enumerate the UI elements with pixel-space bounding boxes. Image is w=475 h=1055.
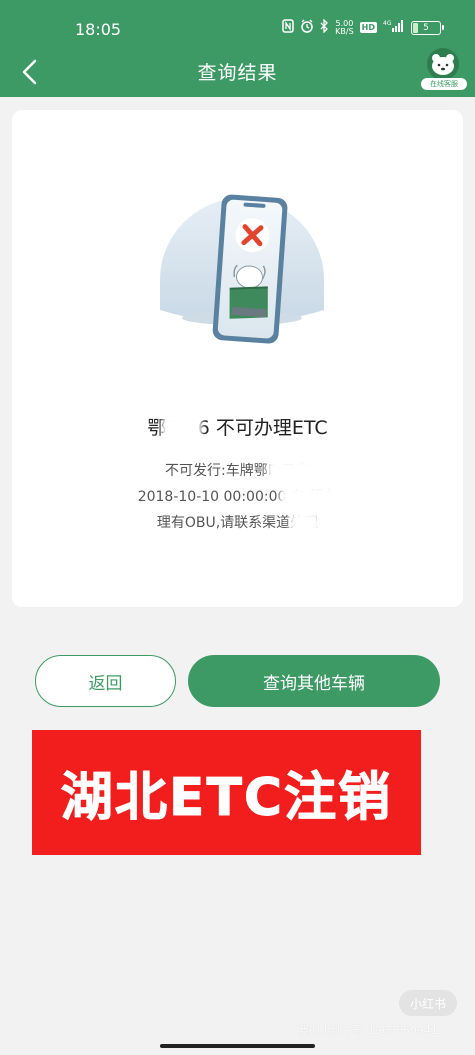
result-message-line: 不可发行:车牌鄂R 已在: [165, 463, 310, 479]
redaction-blur: [290, 512, 320, 534]
nfc-icon: [282, 19, 294, 36]
status-bar: 18:05 5.00 KB/S HD 4G 5: [0, 0, 475, 52]
bluetooth-icon: [320, 18, 329, 36]
signal-icon: 4G: [383, 19, 405, 36]
alarm-icon: [300, 19, 314, 36]
page-title: 查询结果: [197, 62, 278, 84]
battery-level: [413, 22, 418, 33]
net-speed-unit: KB/S: [335, 26, 354, 36]
net-speed: 5.00 KB/S: [335, 19, 354, 36]
nav-bar: 查询结果 在线客服: [0, 48, 475, 97]
customer-service-button[interactable]: 在线客服: [419, 48, 469, 90]
result-message-line: 理有OBU,请联系渠道处理: [156, 515, 319, 531]
status-icons: 5.00 KB/S HD 4G 5: [282, 18, 444, 36]
battery-icon: 5: [411, 20, 444, 35]
redaction-blur: [267, 460, 332, 482]
customer-service-label: 在线客服: [421, 78, 467, 90]
watermark-logo: 小红书: [399, 990, 457, 1016]
result-message: 不可发行:车牌鄂R 已在 2018-10-10 00:00:00,在 行办 理有…: [72, 458, 403, 536]
hd-badge: HD: [359, 22, 377, 33]
redaction-blur: [162, 415, 202, 443]
result-message-line: 2018-10-10 00:00:00,在 行办: [137, 489, 338, 505]
result-card: 鄂R 56 不可办理ETC 不可发行:车牌鄂R 已在 2018-10-10 00…: [12, 110, 463, 607]
status-time: 18:05: [75, 20, 122, 39]
watermark-id: 我的小红书号:1968660941: [298, 1024, 438, 1037]
result-title: 鄂R 56 不可办理ETC: [147, 417, 328, 439]
redaction-blur: [280, 486, 342, 508]
bear-avatar-icon: [427, 48, 459, 80]
svg-text:4G: 4G: [383, 20, 392, 27]
home-indicator[interactable]: [160, 1044, 315, 1048]
banner-text: 湖北ETC注销: [60, 768, 393, 829]
app-header: 18:05 5.00 KB/S HD 4G 5 查询结果 在线客服: [0, 0, 475, 97]
promo-banner: 湖北ETC注销: [32, 730, 421, 855]
return-button[interactable]: 返回: [35, 655, 176, 707]
query-other-vehicle-button[interactable]: 查询其他车辆: [188, 655, 440, 707]
error-phone-illustration: [147, 190, 337, 360]
battery-percent: 5: [423, 22, 429, 33]
